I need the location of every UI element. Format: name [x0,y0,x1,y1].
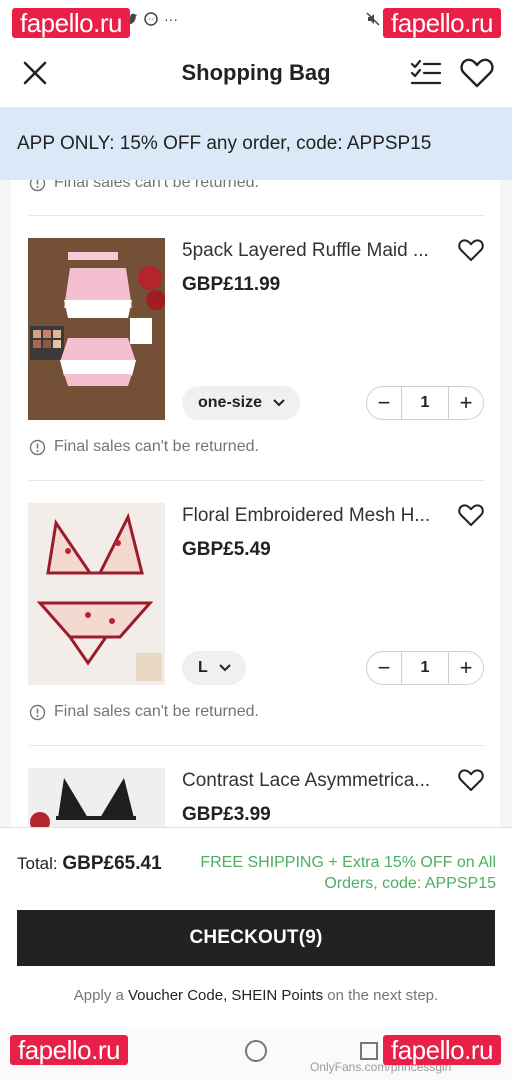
final-sale-note: Final sales can't be returned. [29,703,259,721]
page-title: Shopping Bag [181,60,331,85]
product-image[interactable] [28,238,165,420]
size-value: one-size [198,394,263,411]
product-price: GBP£11.99 [182,274,281,295]
product-name[interactable]: 5pack Layered Ruffle Maid ... [182,240,444,262]
product-image[interactable] [28,768,165,827]
product-price: GBP£3.99 [182,804,271,825]
messenger-icon [144,12,158,26]
info-icon [29,704,46,720]
product-price: GBP£5.49 [182,539,271,560]
status-notification-icons: ··· [124,11,178,27]
divider [29,215,485,216]
mute-icon [366,12,380,26]
watermark-bottom-left: fapello.ru [10,1035,128,1065]
quantity-value[interactable]: 1 [401,386,449,420]
checkout-panel: Total: GBP£65.41 FREE SHIPPING + Extra 1… [0,827,512,1027]
total-value: GBP£65.41 [62,853,162,874]
size-value: L [198,659,208,676]
watermark-top-right: fapello.ru [383,8,501,38]
quantity-stepper: − 1 + [366,386,484,420]
size-selector[interactable]: L [182,651,246,685]
product-name[interactable]: Floral Embroidered Mesh H... [182,505,444,527]
promo-banner-text: APP ONLY: 15% OFF any order, code: APPSP… [17,132,432,154]
final-sale-note: Final sales can't be returned. [29,438,259,456]
heart-icon[interactable] [458,238,484,262]
heart-icon[interactable] [458,768,484,792]
chevron-down-icon [273,399,285,407]
voucher-highlight: Voucher Code, SHEIN Points [128,987,324,1004]
status-system-icons [366,12,380,26]
checkout-button[interactable]: CHECKOUT(9) [17,910,495,966]
wishlist-icon[interactable] [460,57,494,89]
size-selector[interactable]: one-size [182,386,301,420]
voucher-suffix: on the next step. [323,987,439,1004]
total-label: Total: GBP£65.41 [17,853,162,875]
voucher-prefix: Apply a [73,987,128,1004]
shipping-promo: FREE SHIPPING + Extra 15% OFF on All Ord… [200,854,496,892]
plus-button[interactable]: + [449,386,483,420]
final-sale-text: Final sales can't be returned. [54,180,259,191]
total-prefix: Total: [17,854,58,873]
info-icon [29,439,46,455]
heart-icon[interactable] [458,503,484,527]
plus-button[interactable]: + [449,651,483,685]
cart-card: Final sales can't be returned. 5pack Lay… [11,180,500,827]
product-image[interactable] [28,503,165,685]
final-sale-text: Final sales can't be returned. [54,703,259,720]
divider [29,480,485,481]
cart-list[interactable]: Final sales can't be returned. 5pack Lay… [0,180,512,827]
product-name[interactable]: Contrast Lace Asymmetrica... [182,770,444,792]
recents-icon[interactable] [360,1042,378,1060]
app-header: Shopping Bag [0,40,512,106]
minus-button[interactable]: − [367,386,401,420]
final-sale-note: Final sales can't be returned. [29,180,259,192]
info-icon [29,180,46,191]
more-notifications-icon: ··· [164,11,178,27]
home-icon[interactable] [245,1040,267,1062]
cart-item: Contrast Lace Asymmetrica... GBP£3.99 [11,768,500,827]
voucher-hint: Apply a Voucher Code, SHEIN Points on th… [0,987,512,1004]
minus-button[interactable]: − [367,651,401,685]
close-icon[interactable] [22,60,48,86]
watermark-bottom-right: fapello.ru [383,1035,501,1065]
checklist-icon[interactable] [410,59,442,87]
watermark-top-left: fapello.ru [12,8,130,38]
divider [29,745,485,746]
quantity-stepper: − 1 + [366,651,484,685]
chevron-down-icon [219,664,231,672]
promo-banner[interactable]: APP ONLY: 15% OFF any order, code: APPSP… [0,107,512,180]
final-sale-text: Final sales can't be returned. [54,438,259,455]
quantity-value[interactable]: 1 [401,651,449,685]
